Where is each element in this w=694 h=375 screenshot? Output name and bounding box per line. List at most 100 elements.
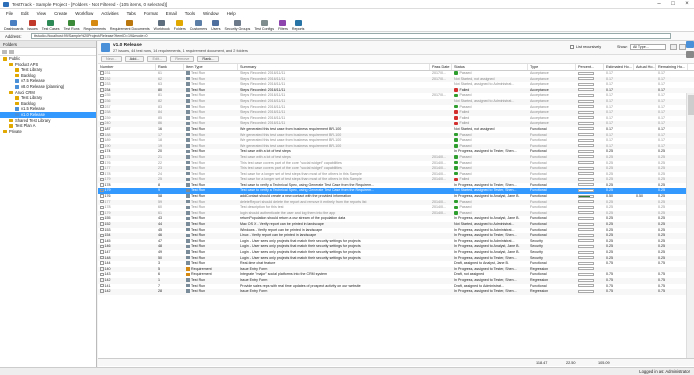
- row-checkbox[interactable]: [100, 199, 104, 204]
- add-button[interactable]: Add...: [124, 56, 145, 62]
- cell-status-text: Not Started, assigned to Administrat...: [454, 98, 515, 103]
- toolbar-folders-button[interactable]: Folders: [174, 17, 186, 31]
- column-header[interactable]: Summary: [238, 64, 430, 70]
- toolbar-customers-button[interactable]: Customers: [190, 17, 207, 31]
- row-checkbox[interactable]: [100, 267, 104, 271]
- row-checkbox[interactable]: [100, 194, 104, 198]
- toolbar-security-groups-button[interactable]: Security Groups: [225, 17, 250, 31]
- row-checkbox[interactable]: [100, 233, 104, 238]
- vertical-scrollbar[interactable]: [686, 93, 694, 358]
- toolbar-reports-button[interactable]: Reports: [292, 17, 304, 31]
- row-checkbox[interactable]: [100, 222, 104, 226]
- view-grid-icon[interactable]: [679, 44, 686, 50]
- row-checkbox[interactable]: [100, 272, 104, 277]
- column-header[interactable]: Number: [98, 64, 156, 70]
- toolbar-test-case-button[interactable]: Test Cases: [42, 17, 60, 31]
- view-list-icon[interactable]: [670, 44, 677, 50]
- row-checkbox[interactable]: [100, 205, 104, 210]
- toolbar-dashboard-button[interactable]: Dashboards: [4, 17, 23, 31]
- row-checkbox[interactable]: [100, 255, 104, 260]
- row-checkbox[interactable]: [100, 88, 104, 92]
- tree-item[interactable]: Private: [0, 129, 96, 135]
- column-header[interactable]: Remaining Ho...: [656, 64, 688, 70]
- column-header[interactable]: Percent...: [576, 64, 604, 70]
- toolbar-requirement-documents-button[interactable]: Requirement Documents: [110, 17, 150, 31]
- scroll-thumb[interactable]: [688, 95, 694, 115]
- menu-item-edit[interactable]: Edit: [21, 11, 29, 16]
- menu-item-activities[interactable]: Activities: [101, 11, 118, 16]
- column-header[interactable]: Estimated Ho...: [604, 64, 634, 70]
- toolbar-workbook-button[interactable]: Workbook: [154, 17, 170, 31]
- rank-button[interactable]: Rank...: [197, 56, 220, 62]
- show-type-select[interactable]: All Type...: [630, 44, 666, 50]
- table-row[interactable]: 142 28 Test Run Issue Entry Form In Progress…: [98, 289, 694, 295]
- menu-item-window[interactable]: Window: [203, 11, 219, 16]
- row-checkbox[interactable]: [100, 227, 104, 232]
- column-header[interactable]: Actual Ho...: [634, 64, 656, 70]
- row-checkbox[interactable]: [100, 244, 104, 249]
- toolbar-test-configs-button[interactable]: Test Configs: [254, 17, 274, 31]
- maximize-button[interactable]: □: [666, 0, 680, 9]
- row-checkbox[interactable]: [100, 211, 104, 215]
- menu-item-help[interactable]: Help: [227, 11, 236, 16]
- menu-item-tools[interactable]: Tools: [185, 11, 195, 16]
- minimize-button[interactable]: –: [652, 0, 666, 9]
- row-checkbox[interactable]: [100, 278, 104, 282]
- menu-item-format[interactable]: Format: [144, 11, 158, 16]
- row-checkbox[interactable]: [100, 99, 104, 103]
- help-icon[interactable]: [686, 51, 694, 58]
- toolbar-filters-button[interactable]: Filters: [278, 17, 288, 31]
- row-checkbox[interactable]: [100, 121, 104, 126]
- row-checkbox[interactable]: [100, 132, 104, 137]
- row-checkbox[interactable]: [100, 104, 104, 109]
- folder-options-icon[interactable]: [9, 49, 14, 54]
- list-recursively-checkbox[interactable]: List recursively: [570, 45, 601, 49]
- notification-icon[interactable]: [686, 41, 694, 48]
- column-header[interactable]: Type: [528, 64, 576, 70]
- row-checkbox[interactable]: [100, 138, 104, 142]
- column-header[interactable]: Item Type: [184, 64, 238, 70]
- remove-button[interactable]: Remove: [170, 56, 195, 62]
- menu-item-view[interactable]: View: [37, 11, 46, 16]
- row-checkbox[interactable]: [100, 216, 104, 221]
- row-checkbox[interactable]: [100, 166, 104, 170]
- address-input[interactable]: ttstudio://localhost:99/Sample%20Project…: [31, 33, 671, 39]
- row-checkbox[interactable]: [100, 116, 104, 120]
- close-button[interactable]: ×: [680, 0, 694, 9]
- row-checkbox[interactable]: [100, 177, 104, 182]
- edit-button[interactable]: Edit...: [147, 56, 168, 62]
- row-checkbox[interactable]: [100, 188, 104, 193]
- row-checkbox[interactable]: [100, 93, 104, 98]
- row-checkbox[interactable]: [100, 283, 104, 288]
- row-checkbox[interactable]: [100, 183, 104, 187]
- row-checkbox[interactable]: [100, 71, 104, 75]
- row-checkbox[interactable]: [100, 250, 104, 254]
- new-button[interactable]: New...: [101, 56, 122, 62]
- row-checkbox[interactable]: [100, 110, 104, 114]
- row-checkbox[interactable]: [100, 261, 104, 265]
- row-checkbox[interactable]: [100, 149, 104, 154]
- row-checkbox[interactable]: [100, 171, 104, 176]
- row-checkbox[interactable]: [100, 82, 104, 86]
- toolbar-users-button[interactable]: Users: [211, 17, 221, 31]
- new-folder-icon[interactable]: [2, 49, 7, 54]
- menu-item-tabs[interactable]: Tabs: [127, 11, 136, 16]
- menu-item-file[interactable]: File: [6, 11, 13, 16]
- row-checkbox[interactable]: [100, 289, 104, 293]
- column-header[interactable]: Pass Date: [430, 64, 452, 70]
- row-checkbox[interactable]: [100, 160, 104, 165]
- column-header[interactable]: Rank: [156, 64, 184, 70]
- row-checkbox[interactable]: [100, 144, 104, 148]
- passed-icon: [454, 144, 458, 148]
- toolbar-bug-button[interactable]: Issues: [27, 17, 38, 31]
- menu-item-workflow[interactable]: Workflow: [75, 11, 93, 16]
- row-checkbox[interactable]: [100, 239, 104, 243]
- column-header[interactable]: Status: [452, 64, 528, 70]
- row-checkbox[interactable]: [100, 127, 104, 131]
- row-checkbox[interactable]: [100, 155, 104, 159]
- row-checkbox[interactable]: [100, 76, 104, 81]
- menu-item-create[interactable]: Create: [54, 11, 67, 16]
- toolbar-requirements-button[interactable]: Requirements: [84, 17, 106, 31]
- menu-item-email[interactable]: Email: [166, 11, 177, 16]
- toolbar-test-run-button[interactable]: Test Runs: [64, 17, 80, 31]
